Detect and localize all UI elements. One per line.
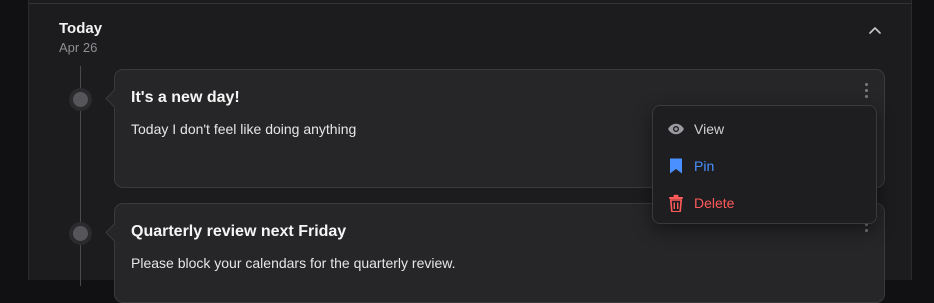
kebab-dot <box>864 228 868 232</box>
entry-title: Quarterly review next Friday <box>131 223 347 240</box>
kebab-dot <box>864 88 868 92</box>
menu-item-view[interactable]: View <box>653 114 876 144</box>
kebab-dot <box>864 82 868 86</box>
day-heading: Today <box>59 20 103 37</box>
entry-body: Today I don't feel like doing anything <box>131 121 357 137</box>
kebab-dot <box>864 94 868 98</box>
eye-icon <box>667 120 685 138</box>
more-options-button[interactable] <box>860 80 872 100</box>
menu-item-label: Delete <box>694 195 735 211</box>
timeline-dot <box>73 226 88 241</box>
context-menu: View Pin Delete <box>652 105 877 224</box>
menu-item-label: Pin <box>694 158 715 174</box>
trash-icon <box>667 194 685 212</box>
collapse-button[interactable] <box>865 20 885 40</box>
menu-item-label: View <box>694 121 725 137</box>
top-divider <box>29 3 911 4</box>
menu-item-pin[interactable]: Pin <box>653 151 876 181</box>
entry-title: It's a new day! <box>131 89 240 106</box>
timeline-dot <box>73 92 88 107</box>
bookmark-icon <box>667 157 685 175</box>
chevron-up-icon <box>869 27 881 34</box>
entry-body: Please block your calendars for the quar… <box>131 255 456 271</box>
day-date: Apr 26 <box>59 40 98 55</box>
menu-item-delete[interactable]: Delete <box>653 188 876 218</box>
